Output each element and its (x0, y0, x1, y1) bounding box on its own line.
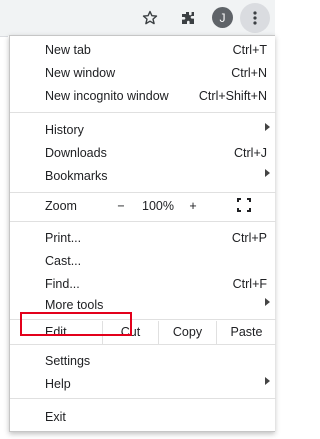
menu-separator (10, 344, 276, 345)
menu-item-shortcut: Ctrl+Shift+N (198, 89, 267, 103)
menu-item-new-tab[interactable]: New tab Ctrl+T (10, 39, 276, 62)
menu-item-label: Help (45, 377, 71, 391)
menu-item-history[interactable]: History (10, 119, 276, 142)
paste-button[interactable]: Paste (216, 321, 276, 344)
menu-item-shortcut: Ctrl+P (231, 231, 267, 245)
menu-item-shortcut: Ctrl+T (232, 43, 267, 57)
menu-item-label: New incognito window (45, 89, 169, 103)
menu-item-downloads[interactable]: Downloads Ctrl+J (10, 142, 276, 165)
menu-item-cast[interactable]: Cast... (10, 250, 276, 273)
menu-item-label: Find... (45, 277, 80, 291)
menu-item-label: Bookmarks (45, 169, 108, 183)
menu-separator (10, 192, 276, 193)
menu-item-label: Print... (45, 231, 82, 245)
menu-separator (10, 112, 276, 113)
submenu-arrow-icon (265, 377, 270, 385)
menu-separator (10, 398, 276, 399)
menu-item-label: Cast... (45, 254, 82, 268)
zoom-level: 100% (142, 199, 174, 213)
menu-item-shortcut: Ctrl+J (234, 146, 267, 160)
zoom-out-button[interactable]: − (114, 199, 128, 213)
settings-highlight-box (20, 312, 132, 336)
menu-item-settings[interactable]: Settings (10, 350, 276, 373)
submenu-arrow-icon (265, 169, 270, 177)
menu-item-shortcut: Ctrl+F (232, 277, 267, 291)
submenu-arrow-icon (265, 123, 270, 131)
menu-item-help[interactable]: Help (10, 373, 276, 396)
zoom-in-button[interactable]: + (186, 199, 200, 213)
menu-item-label: Exit (45, 410, 66, 424)
fullscreen-icon[interactable] (237, 198, 251, 212)
toolbar-divider (0, 36, 8, 37)
menu-item-label: Settings (45, 354, 91, 368)
zoom-label: Zoom (45, 199, 77, 213)
chrome-menu: New tab Ctrl+T New window Ctrl+N New inc… (9, 35, 276, 432)
submenu-arrow-icon (265, 298, 270, 306)
menu-item-label: New window (45, 66, 116, 80)
menu-item-bookmarks[interactable]: Bookmarks (10, 165, 276, 188)
extensions-icon[interactable] (178, 8, 198, 28)
menu-item-new-incognito-window[interactable]: New incognito window Ctrl+Shift+N (10, 85, 276, 108)
zoom-row: Zoom − 100% + (10, 195, 276, 218)
menu-item-label: History (45, 123, 84, 137)
menu-item-find[interactable]: Find... Ctrl+F (10, 273, 276, 296)
menu-item-label: New tab (45, 43, 91, 57)
menu-separator (10, 221, 276, 222)
star-icon[interactable] (140, 8, 160, 28)
menu-item-label: More tools (45, 298, 104, 312)
menu-item-label: Downloads (45, 146, 107, 160)
menu-item-exit[interactable]: Exit (10, 406, 276, 429)
menu-item-shortcut: Ctrl+N (231, 66, 267, 80)
avatar-letter: J (219, 10, 226, 25)
menu-item-print[interactable]: Print... Ctrl+P (10, 227, 276, 250)
menu-item-new-window[interactable]: New window Ctrl+N (10, 62, 276, 85)
menu-icon[interactable] (240, 3, 270, 33)
copy-button[interactable]: Copy (158, 321, 216, 344)
browser-toolbar: J (0, 0, 275, 36)
profile-avatar[interactable]: J (212, 7, 233, 28)
